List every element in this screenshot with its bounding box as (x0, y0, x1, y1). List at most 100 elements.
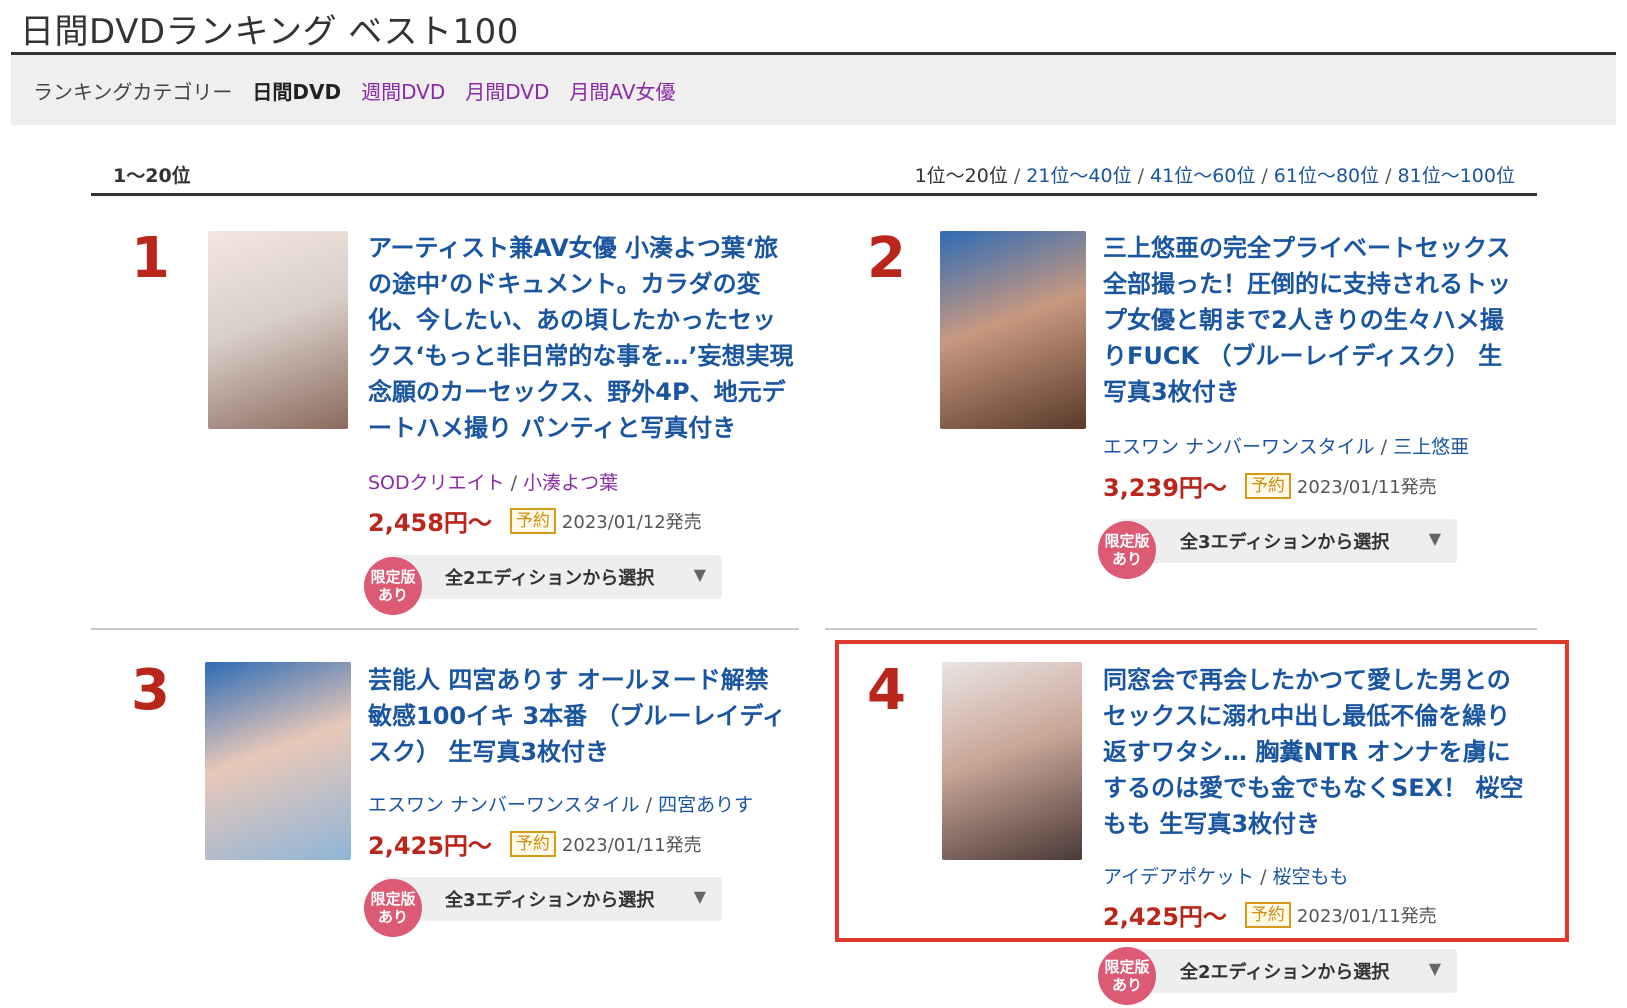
release-date: 2023/01/11発売 (1296, 476, 1437, 498)
price: 2,425円〜 (368, 832, 492, 860)
title-line: 全部撮った！圧倒的に支持されるトッ (1103, 270, 1511, 298)
limited-line: あり (377, 586, 408, 604)
rank-number: 4 (867, 658, 906, 723)
category-bar: ランキングカテゴリー 日間DVD 週間DVD 月間DVD 月間AV女優 (11, 55, 1616, 125)
cover-art (940, 231, 1086, 429)
caret-down-icon: ▼ (693, 565, 706, 584)
product-cover-image[interactable] (205, 662, 351, 860)
limited-line: あり (1111, 550, 1142, 568)
edition-label: 全2エディションから選択 (1180, 962, 1390, 983)
edition-select[interactable]: 全3エディションから選択 ▼ (383, 877, 722, 921)
price: 2,425円〜 (1103, 903, 1227, 931)
meta-separator: / (1380, 436, 1388, 458)
meta-separator: / (645, 794, 653, 816)
product-title[interactable]: 芸能人 四宮ありす オールヌード解禁 敏感100イキ 3本番 （ブルーレイディ … (368, 662, 808, 770)
product-cover-image[interactable] (942, 662, 1082, 860)
limited-edition-badge: 限定版 あり (364, 557, 422, 615)
title-line: りFUCK （ブルーレイディスク） 生 (1103, 342, 1503, 370)
title-line: 同窓会で再会したかつて愛した男との (1103, 666, 1511, 694)
preorder-badge: 予約 (509, 507, 556, 534)
edition-select[interactable]: 全2エディションから選択 ▼ (383, 555, 722, 599)
row-divider (91, 628, 799, 630)
actress-link[interactable]: 小湊よつ葉 (523, 472, 618, 494)
title-line: 化、今したい、あの頃したかったセッ (368, 306, 776, 334)
current-range: 1〜20位 (113, 165, 191, 187)
caret-down-icon: ▼ (1428, 959, 1441, 978)
price-row: 2,425円〜 予約 2023/01/11発売 (368, 826, 702, 861)
page-title: 日間DVDランキング ベスト100 (20, 12, 519, 52)
release-date: 2023/01/11発売 (1296, 905, 1437, 927)
title-line: 芸能人 四宮ありす オールヌード解禁 (368, 666, 769, 694)
actress-link[interactable]: 桜空もも (1272, 866, 1348, 888)
range-link-41-60[interactable]: 41位〜60位 (1150, 165, 1255, 187)
meta-separator: / (510, 472, 518, 494)
title-line: ートハメ撮り パンティと写真付き (368, 414, 737, 442)
category-weekly-dvd[interactable]: 週間DVD (361, 76, 445, 105)
category-label: ランキングカテゴリー (33, 79, 233, 104)
range-link-81-100[interactable]: 81位〜100位 (1398, 165, 1515, 187)
price-row: 2,425円〜 予約 2023/01/11発売 (1103, 897, 1437, 932)
preorder-badge: 予約 (1244, 472, 1291, 499)
release-date: 2023/01/11発売 (561, 834, 702, 856)
range-bar: 1〜20位 1位〜20位/21位〜40位/41位〜60位/61位〜80位/81位… (91, 155, 1537, 196)
maker-link[interactable]: SODクリエイト (368, 472, 505, 494)
limited-line: 限定版 (370, 890, 416, 908)
title-line: 念願のカーセックス、野外4P、地元デ (368, 378, 786, 406)
category-monthly-actress[interactable]: 月間AV女優 (569, 76, 675, 105)
edition-select[interactable]: 全3エディションから選択 ▼ (1118, 519, 1457, 563)
price: 2,458円〜 (368, 509, 492, 537)
product-title[interactable]: 同窓会で再会したかつて愛した男との セックスに溺れ中出し最低不倫を繰り 返すワタ… (1103, 662, 1553, 842)
cover-art (942, 662, 1082, 860)
title-line: セックスに溺れ中出し最低不倫を繰り (1103, 702, 1511, 730)
edition-label: 全3エディションから選択 (1180, 532, 1390, 553)
range-link-61-80[interactable]: 61位〜80位 (1274, 165, 1379, 187)
product-meta: エスワン ナンバーワンスタイル / 三上悠亜 (1103, 432, 1469, 459)
actress-link[interactable]: 四宮ありす (658, 794, 753, 816)
title-line: 三上悠亜の完全プライベートセックス (1103, 234, 1511, 262)
title-line: プ女優と朝まで2人きりの生々ハメ撮 (1103, 306, 1504, 334)
range-separator: / (1261, 165, 1268, 187)
limited-edition-badge: 限定版 あり (1098, 521, 1156, 579)
caret-down-icon: ▼ (693, 887, 706, 906)
edition-select[interactable]: 全2エディションから選択 ▼ (1118, 949, 1457, 993)
product-meta: エスワン ナンバーワンスタイル / 四宮ありす (368, 790, 753, 817)
price: 3,239円〜 (1103, 474, 1227, 502)
limited-line: 限定版 (1104, 532, 1150, 550)
category-daily-dvd[interactable]: 日間DVD (252, 76, 341, 105)
maker-link[interactable]: アイデアポケット (1103, 866, 1254, 888)
title-line: クス‘もっと非日常的な事を…’妄想実現 (368, 342, 794, 370)
title-line: するのは愛でも金でもなくSEX！ 桜空 (1103, 774, 1524, 802)
cover-art (208, 231, 348, 429)
limited-line: あり (1111, 976, 1142, 994)
limited-edition-badge: 限定版 あり (1098, 947, 1156, 1005)
maker-link[interactable]: エスワン ナンバーワンスタイル (1103, 436, 1375, 458)
product-title[interactable]: 三上悠亜の完全プライベートセックス 全部撮った！圧倒的に支持されるトッ プ女優と… (1103, 230, 1553, 410)
range-separator: / (1385, 165, 1392, 187)
product-cover-image[interactable] (940, 231, 1086, 429)
edition-label: 全3エディションから選択 (445, 890, 655, 911)
edition-label: 全2エディションから選択 (445, 568, 655, 589)
product-title[interactable]: アーティスト兼AV女優 小湊よつ葉‘旅 の途中’のドキュメント。カラダの変 化、… (368, 230, 808, 446)
range-link-21-40[interactable]: 21位〜40位 (1026, 165, 1131, 187)
limited-line: 限定版 (370, 568, 416, 586)
category-monthly-dvd[interactable]: 月間DVD (465, 76, 549, 105)
rank-number: 2 (867, 226, 906, 291)
caret-down-icon: ▼ (1428, 529, 1441, 548)
product-meta: アイデアポケット / 桜空もも (1103, 862, 1348, 889)
range-pagination: 1位〜20位/21位〜40位/41位〜60位/61位〜80位/81位〜100位 (915, 161, 1515, 188)
price-row: 3,239円〜 予約 2023/01/11発売 (1103, 468, 1437, 503)
title-line: もも 生写真3枚付き (1103, 810, 1321, 838)
title-line: スク） 生写真3枚付き (368, 738, 610, 766)
product-cover-image[interactable] (208, 231, 348, 429)
rank-number: 3 (131, 658, 170, 723)
maker-link[interactable]: エスワン ナンバーワンスタイル (368, 794, 640, 816)
range-separator: / (1137, 165, 1145, 187)
range-separator: / (1013, 165, 1021, 187)
limited-edition-badge: 限定版 あり (364, 879, 422, 937)
actress-link[interactable]: 三上悠亜 (1393, 436, 1469, 458)
rank-number: 1 (131, 226, 170, 291)
meta-separator: / (1260, 866, 1267, 888)
title-line: 写真3枚付き (1103, 378, 1240, 406)
preorder-badge: 予約 (1244, 901, 1291, 928)
price-row: 2,458円〜 予約 2023/01/12発売 (368, 503, 702, 538)
